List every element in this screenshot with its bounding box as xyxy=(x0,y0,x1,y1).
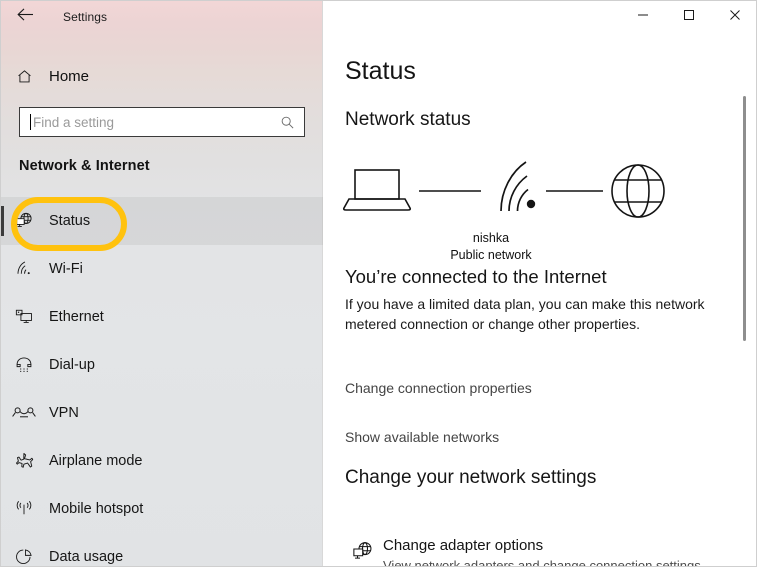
sidebar-item-ethernet[interactable]: Ethernet xyxy=(1,293,323,341)
main-content: Status Network status nishka Public netw… xyxy=(323,33,756,567)
sidebar-item-vpn-label: VPN xyxy=(49,405,79,421)
change-settings-heading: Change your network settings xyxy=(345,467,597,488)
vpn-icon xyxy=(12,407,36,418)
settings-window: Home Find a setting Network & Internet S… xyxy=(0,0,757,567)
sidebar-item-mobile-hotspot-label: Mobile hotspot xyxy=(49,501,144,517)
maximize-button[interactable] xyxy=(666,1,712,33)
sidebar-item-mobile-hotspot[interactable]: Mobile hotspot xyxy=(1,485,323,533)
minimize-button[interactable] xyxy=(620,1,666,33)
globe-monitor-icon xyxy=(341,536,383,566)
sidebar: Home Find a setting Network & Internet S… xyxy=(1,1,323,566)
wifi-signal-icon xyxy=(500,161,536,212)
setting-title: Change adapter options xyxy=(383,537,544,554)
network-status-heading: Network status xyxy=(345,109,471,130)
sidebar-item-wifi-label: Wi-Fi xyxy=(49,261,83,277)
ethernet-icon xyxy=(1,307,47,327)
search-input[interactable]: Find a setting xyxy=(19,107,305,137)
sidebar-nav-list: Status Wi-Fi Ethernet Dial-up VPN Airpla… xyxy=(1,197,323,566)
sidebar-item-airplane-mode[interactable]: Airplane mode xyxy=(1,437,323,485)
home-icon xyxy=(1,68,47,85)
network-type: Public network xyxy=(450,248,532,262)
setting-subtitle: View network adapters and change connect… xyxy=(383,558,705,567)
hotspot-icon xyxy=(1,499,47,519)
sidebar-item-ethernet-label: Ethernet xyxy=(49,309,104,325)
globe-icon xyxy=(611,164,665,218)
dialup-phone-icon xyxy=(1,355,47,375)
search-icon xyxy=(280,115,295,130)
search-placeholder: Find a setting xyxy=(33,114,115,130)
connection-description: If you have a limited data plan, you can… xyxy=(345,296,705,332)
sidebar-item-data-usage-label: Data usage xyxy=(49,549,124,565)
setting-change-adapter-options[interactable]: Change adapter options View network adap… xyxy=(341,536,751,567)
window-title: Settings xyxy=(63,10,108,24)
laptop-icon xyxy=(342,169,412,211)
sidebar-item-status-label: Status xyxy=(49,213,91,229)
link-show-available-networks[interactable]: Show available networks xyxy=(345,429,499,445)
globe-monitor-icon xyxy=(1,211,47,231)
back-arrow-icon xyxy=(16,7,35,27)
connection-status-text: You’re connected to the Internet xyxy=(345,266,607,287)
title-bar: Settings xyxy=(1,1,756,33)
wifi-icon xyxy=(1,259,47,279)
close-icon xyxy=(729,8,741,26)
close-button[interactable] xyxy=(712,1,756,33)
minimize-icon xyxy=(637,8,649,26)
airplane-icon xyxy=(1,451,47,472)
link-change-connection-properties[interactable]: Change connection properties xyxy=(345,380,532,396)
sidebar-item-airplane-mode-label: Airplane mode xyxy=(49,453,143,469)
maximize-icon xyxy=(683,8,695,26)
sidebar-item-status[interactable]: Status xyxy=(1,197,323,245)
sidebar-item-home-label: Home xyxy=(49,67,90,85)
content-scrollbar[interactable] xyxy=(740,33,750,566)
pie-chart-icon xyxy=(1,547,47,566)
scrollbar-thumb[interactable] xyxy=(743,96,746,341)
sidebar-item-data-usage[interactable]: Data usage xyxy=(1,533,323,566)
page-title: Status xyxy=(345,57,416,85)
sidebar-item-wifi[interactable]: Wi-Fi xyxy=(1,245,323,293)
sidebar-category-title: Network & Internet xyxy=(19,158,150,174)
sidebar-item-dialup-label: Dial-up xyxy=(49,357,95,373)
sidebar-item-dialup[interactable]: Dial-up xyxy=(1,341,323,389)
sidebar-item-vpn[interactable]: VPN xyxy=(1,389,323,437)
network-name: nishka xyxy=(472,231,510,245)
back-button[interactable] xyxy=(1,1,49,33)
text-caret xyxy=(30,114,31,130)
sidebar-item-home[interactable]: Home xyxy=(1,60,323,92)
